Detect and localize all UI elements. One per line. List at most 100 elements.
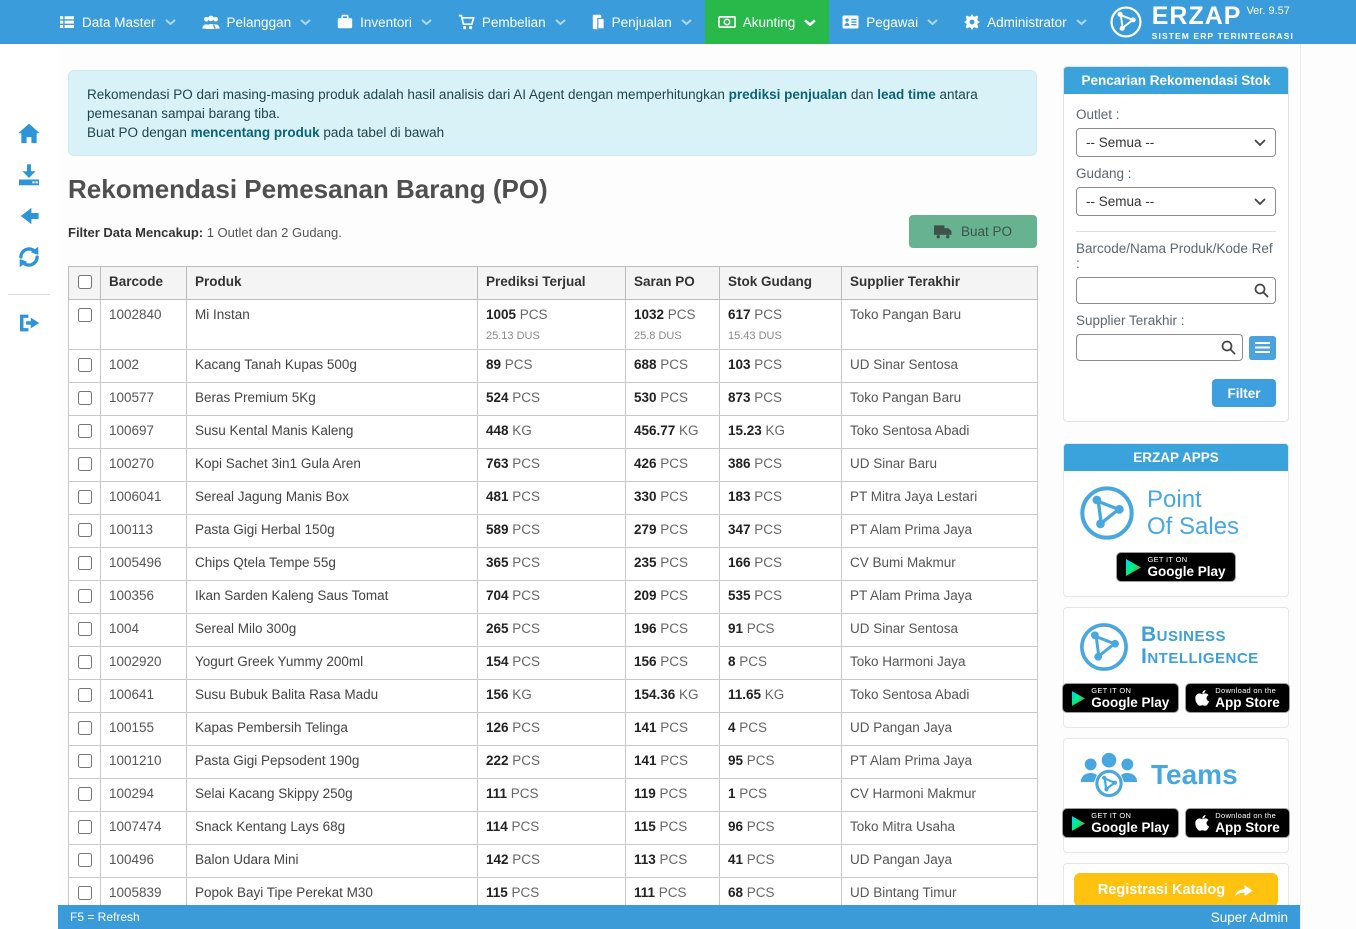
row-checkbox-cell [69, 581, 101, 614]
row-checkbox[interactable] [78, 853, 92, 867]
prediksi-cell: 222 PCS [478, 746, 626, 779]
filter-button[interactable]: Filter [1212, 379, 1276, 407]
row-checkbox[interactable] [78, 886, 92, 900]
app-card-pos: ERZAP APPS Point Of Sales GET IT ONGoogl… [1063, 443, 1289, 597]
erzap-logo-icon [1109, 5, 1143, 39]
row-checkbox-cell [69, 416, 101, 449]
row-checkbox[interactable] [78, 308, 92, 322]
row-checkbox-cell [69, 350, 101, 383]
row-checkbox[interactable] [78, 424, 92, 438]
top-navbar: Data Master Pelanggan Inventori Pembelia… [0, 0, 1356, 44]
saran-cell: 141 PCS [626, 746, 720, 779]
refresh-icon[interactable] [17, 245, 41, 269]
table-row: 100113Pasta Gigi Herbal 150g589 PCS279 P… [69, 515, 1038, 548]
registrasi-katalog-button[interactable]: Registrasi Katalog [1074, 873, 1278, 907]
download-icon[interactable] [17, 163, 41, 187]
badge-bottom-text: Google Play [1147, 565, 1225, 579]
barcode-cell: 1007474 [101, 812, 187, 845]
google-play-badge[interactable]: GET IT ONGoogle Play [1062, 808, 1179, 838]
erzap-pos-logo-icon [1078, 484, 1136, 542]
stok-cell: 41 PCS [720, 845, 842, 878]
row-checkbox-cell [69, 548, 101, 581]
saran-cell: 196 PCS [626, 614, 720, 647]
supplier-list-button[interactable] [1249, 336, 1276, 360]
back-arrow-icon[interactable] [17, 204, 41, 228]
table-row: 1002920Yogurt Greek Yummy 200ml154 PCS15… [69, 647, 1038, 680]
row-checkbox[interactable] [78, 523, 92, 537]
google-play-badge[interactable]: GET IT ONGoogle Play [1116, 552, 1235, 582]
app-name-bi: Intelligence [1141, 647, 1259, 669]
app-name-teams: Teams [1151, 759, 1238, 791]
table-row: 1002840Mi Instan1005 PCS25.13 DUS1032 PC… [69, 300, 1038, 350]
row-checkbox[interactable] [78, 721, 92, 735]
nav-item-data-master[interactable]: Data Master [46, 0, 189, 44]
table-row: 100270Kopi Sachet 3in1 Gula Aren763 PCS4… [69, 449, 1038, 482]
buat-po-label: Buat PO [961, 224, 1012, 239]
money-icon [718, 16, 736, 28]
row-checkbox[interactable] [78, 787, 92, 801]
row-checkbox[interactable] [78, 556, 92, 570]
supplier-search-input[interactable] [1076, 334, 1243, 361]
app-root: Data Master Pelanggan Inventori Pembelia… [0, 0, 1356, 929]
row-checkbox[interactable] [78, 754, 92, 768]
row-checkbox[interactable] [78, 391, 92, 405]
nav-label: Data Master [82, 15, 156, 30]
search-icon[interactable] [1254, 283, 1269, 298]
nav-item-penjualan[interactable]: Penjualan [579, 0, 705, 44]
table-row: 1007474Snack Kentang Lays 68g114 PCS115 … [69, 812, 1038, 845]
row-checkbox[interactable] [78, 622, 92, 636]
nav-item-administrator[interactable]: Administrator [951, 0, 1100, 44]
select-all-checkbox[interactable] [78, 275, 92, 289]
nav-item-pegawai[interactable]: Pegawai [829, 0, 951, 44]
nav-item-inventori[interactable]: Inventori [324, 0, 445, 44]
select-all-cell [69, 267, 101, 300]
row-checkbox[interactable] [78, 457, 92, 471]
nav-label: Inventori [360, 15, 412, 30]
app-store-badge[interactable]: Download on theApp Store [1185, 683, 1290, 713]
row-checkbox[interactable] [78, 358, 92, 372]
nav-item-pelanggan[interactable]: Pelanggan [189, 0, 325, 44]
app-store-badge[interactable]: Download on theApp Store [1185, 808, 1290, 838]
footer-user: Super Admin [1211, 910, 1288, 925]
produk-cell: Balon Udara Mini [187, 845, 478, 878]
supplier-cell: CV Harmoni Makmur [842, 779, 1038, 812]
row-checkbox-cell [69, 383, 101, 416]
header-stok: Stok Gudang [720, 267, 842, 300]
table-row: 1006041Sereal Jagung Manis Box481 PCS330… [69, 482, 1038, 515]
chevron-down-icon [927, 19, 938, 25]
banner-text: dan [847, 87, 877, 102]
stok-cell: 617 PCS15.43 DUS [720, 300, 842, 350]
buat-po-button[interactable]: Buat PO [909, 215, 1037, 248]
outlet-select[interactable]: -- Semua -- [1076, 128, 1276, 157]
outlet-select-value: -- Semua -- [1086, 135, 1154, 150]
app-name-pos: Point [1147, 486, 1239, 513]
logout-icon[interactable] [17, 311, 41, 335]
row-checkbox[interactable] [78, 688, 92, 702]
nav-item-pembelian[interactable]: Pembelian [445, 0, 579, 44]
saran-cell: 530 PCS [626, 383, 720, 416]
home-icon[interactable] [17, 122, 41, 146]
row-checkbox[interactable] [78, 589, 92, 603]
curved-arrow-icon [1234, 883, 1254, 898]
barcode-cell: 100356 [101, 581, 187, 614]
search-icon[interactable] [1221, 340, 1236, 355]
banner-text: Rekomendasi PO dari masing-masing produk… [87, 87, 729, 102]
barcode-search-input[interactable] [1076, 277, 1276, 304]
row-checkbox-cell [69, 300, 101, 350]
nav-label: Pembelian [482, 15, 546, 30]
erzap-bi-logo-icon [1078, 621, 1130, 673]
row-checkbox-cell [69, 812, 101, 845]
gudang-select[interactable]: -- Semua -- [1076, 187, 1276, 216]
row-checkbox[interactable] [78, 655, 92, 669]
stok-cell: 183 PCS [720, 482, 842, 515]
chevron-down-icon [555, 19, 566, 25]
row-checkbox[interactable] [78, 490, 92, 504]
row-checkbox[interactable] [78, 820, 92, 834]
table-row: 100356Ikan Sarden Kaleng Saus Tomat704 P… [69, 581, 1038, 614]
row-checkbox-cell [69, 515, 101, 548]
table-header-row: Barcode Produk Prediksi Terjual Saran PO… [69, 267, 1038, 300]
google-play-badge[interactable]: GET IT ONGoogle Play [1062, 683, 1179, 713]
table-row: 1002Kacang Tanah Kupas 500g89 PCS688 PCS… [69, 350, 1038, 383]
nav-item-akunting[interactable]: Akunting [705, 0, 830, 44]
supplier-cell: UD Pangan Jaya [842, 845, 1038, 878]
